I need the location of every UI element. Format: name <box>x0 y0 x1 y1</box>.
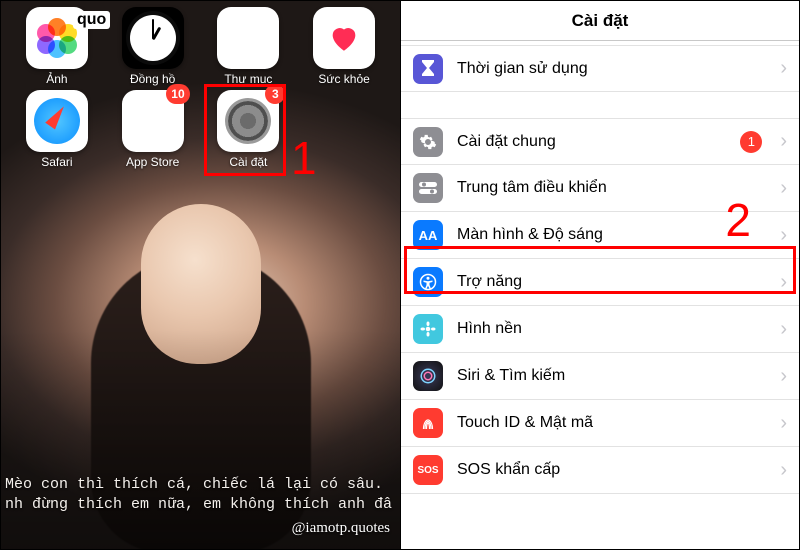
folder-icon <box>217 7 279 69</box>
quote-tag: quo <box>73 11 110 29</box>
clock-icon <box>122 7 184 69</box>
badge: 1 <box>740 131 762 153</box>
chevron-right-icon: › <box>780 459 787 482</box>
safari-icon <box>26 90 88 152</box>
chevron-right-icon: › <box>780 412 787 435</box>
app-label: Safari <box>41 155 72 169</box>
row-label: Trung tâm điều khiển <box>457 179 766 197</box>
gear-icon <box>413 127 443 157</box>
row-general[interactable]: Cài đặt chung 1 › <box>401 118 799 165</box>
health-icon <box>313 7 375 69</box>
appstore-icon: 10 <box>122 90 184 152</box>
annotation-number-1: 1 <box>291 131 317 185</box>
chevron-right-icon: › <box>780 365 787 388</box>
chevron-right-icon: › <box>780 57 787 80</box>
app-label: Đồng hồ <box>130 72 175 86</box>
home-screen: quo Ảnh Đồng hồ <box>1 1 400 549</box>
siri-icon <box>413 361 443 391</box>
row-label: Thời gian sử dụng <box>457 60 766 78</box>
row-label: SOS khẩn cấp <box>457 461 766 479</box>
chevron-right-icon: › <box>780 177 787 200</box>
row-wallpaper[interactable]: Hình nền › <box>401 306 799 353</box>
row-label: Màn hình & Độ sáng <box>457 226 766 244</box>
chevron-right-icon: › <box>780 318 787 341</box>
app-label: App Store <box>126 155 179 169</box>
row-label: Hình nền <box>457 320 766 338</box>
annotation-box-step2 <box>404 246 796 294</box>
app-safari[interactable]: Safari <box>9 90 105 169</box>
fingerprint-icon <box>413 408 443 438</box>
app-clock[interactable]: Đồng hồ <box>105 7 201 86</box>
app-appstore[interactable]: 10 App Store <box>105 90 201 169</box>
row-screen-time[interactable]: Thời gian sử dụng › <box>401 45 799 92</box>
wallpaper-caption: Mèo con thì thích cá, chiếc lá lại có sâ… <box>1 475 400 516</box>
app-label: Sức khỏe <box>318 72 369 86</box>
row-label: Siri & Tìm kiếm <box>457 367 766 385</box>
row-siri[interactable]: Siri & Tìm kiếm › <box>401 353 799 400</box>
row-sos[interactable]: SOS SOS khẩn cấp › <box>401 447 799 494</box>
app-folder[interactable]: Thư mục <box>201 7 297 86</box>
row-touchid[interactable]: Touch ID & Mật mã › <box>401 400 799 447</box>
badge: 10 <box>166 84 189 104</box>
row-label: Touch ID & Mật mã <box>457 414 766 432</box>
row-label: Cài đặt chung <box>457 133 726 151</box>
wallpaper-face <box>141 204 261 364</box>
annotation-number-2: 2 <box>725 193 751 247</box>
chevron-right-icon: › <box>780 224 787 247</box>
flower-icon <box>413 314 443 344</box>
app-grid: Ảnh Đồng hồ Thư mục Sức khỏe Safari <box>1 1 400 169</box>
hourglass-icon <box>413 54 443 84</box>
annotation-box-step1 <box>204 84 286 176</box>
chevron-right-icon: › <box>780 130 787 153</box>
app-health[interactable]: Sức khỏe <box>296 7 392 86</box>
header-title: Cài đặt <box>401 1 799 41</box>
settings-screen: Cài đặt Thời gian sử dụng › Cài đặt chun… <box>400 1 799 549</box>
sos-icon: SOS <box>413 455 443 485</box>
toggles-icon <box>413 173 443 203</box>
wallpaper-credit: @iamotp.quotes <box>292 520 390 537</box>
app-label: Ảnh <box>46 72 67 86</box>
